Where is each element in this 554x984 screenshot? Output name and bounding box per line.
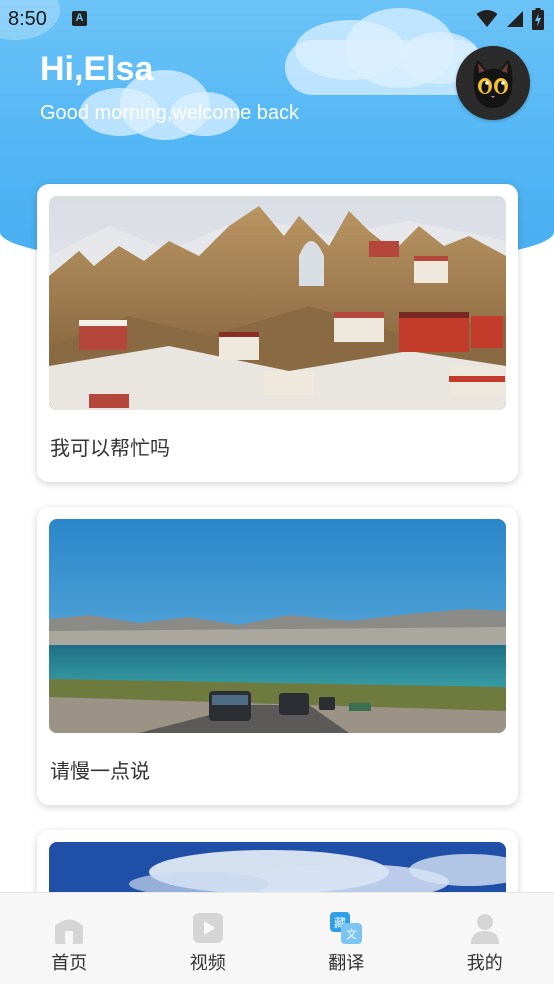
bottom-navigation: 首页 视频 藏 文 翻译 我的 <box>0 892 554 984</box>
lake-road-cars-photo <box>49 519 506 733</box>
phrase-card[interactable]: 我可以帮忙吗 <box>37 184 518 482</box>
cloud-decoration <box>285 40 485 95</box>
status-bar: 8:50 A <box>0 0 554 38</box>
card-label: 我可以帮忙吗 <box>50 436 170 460</box>
home-icon <box>55 919 84 944</box>
greeting-subtitle: Good morning,welcome back <box>40 102 300 124</box>
nav-label: 首页 <box>51 953 88 974</box>
a-badge-icon: A <box>72 11 87 26</box>
cell-signal-icon <box>507 11 523 27</box>
video-play-icon <box>192 913 223 943</box>
nav-item-video[interactable]: 视频 <box>139 893 278 984</box>
nav-label: 翻译 <box>328 953 365 974</box>
monastery-cliff-photo <box>49 196 506 410</box>
status-time: 8:50 <box>8 8 47 30</box>
nav-label: 我的 <box>466 953 503 974</box>
nav-label: 视频 <box>189 953 226 974</box>
user-profile-icon <box>470 914 499 944</box>
black-cat-avatar-icon <box>456 46 530 120</box>
avatar[interactable] <box>456 46 530 120</box>
battery-charging-icon <box>532 8 544 30</box>
translate-icon: 藏 文 <box>330 912 363 944</box>
svg-text:文: 文 <box>346 927 357 941</box>
nav-item-profile[interactable]: 我的 <box>416 893 554 984</box>
greeting-title: Hi,Elsa <box>40 50 154 88</box>
wifi-icon <box>476 10 498 27</box>
nav-item-home[interactable]: 首页 <box>0 893 139 984</box>
nav-item-translate[interactable]: 藏 文 翻译 <box>277 893 416 984</box>
card-label: 请慢一点说 <box>50 759 150 783</box>
phrase-card[interactable]: 请慢一点说 <box>37 507 518 805</box>
